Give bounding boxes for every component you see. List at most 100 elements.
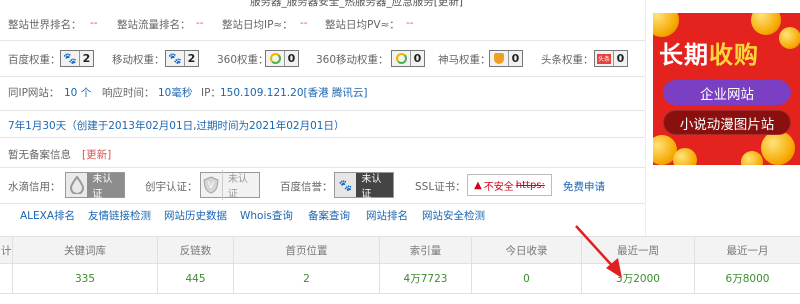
ssl-insecure-text: 不安全: [483, 181, 514, 193]
server-row: 同IP网站： 10 个 响应时间： 10毫秒 IP： 150.109.121.2…: [0, 85, 645, 105]
shield-v-icon: V: [201, 173, 222, 197]
ring-icon: [266, 51, 284, 66]
divider: [0, 110, 645, 111]
column-header: 首页位置: [234, 237, 380, 263]
baidu-weight-value: 2: [79, 51, 93, 66]
ring-icon: [392, 51, 410, 66]
360-mobile-weight-value: 0: [410, 51, 424, 66]
paw-icon: 🐾: [61, 51, 79, 66]
coin-icon: [751, 13, 781, 35]
coin-icon: [653, 13, 679, 37]
same-ip-link[interactable]: 10 个: [64, 85, 91, 100]
tab-site-rank[interactable]: 网站排名: [366, 208, 408, 223]
360-mobile-weight-label: 360移动权重：: [316, 54, 389, 66]
chuangyu-status: 未认证: [221, 170, 259, 200]
column-header: 最近一月: [726, 244, 769, 257]
divider: [0, 76, 645, 77]
ip-link[interactable]: 150.109.121.20[香港 腾讯云]: [220, 85, 368, 100]
toutiao-weight-badge[interactable]: 头条 0: [594, 50, 628, 67]
water-drop-icon: [66, 173, 87, 197]
ad-banner[interactable]: 长期收购 企业网站 小说动漫图片站: [653, 13, 800, 165]
daily-pv-value: --: [406, 17, 414, 29]
column-header: 反链数: [158, 237, 234, 263]
ip-label: IP：: [201, 87, 221, 99]
daily-ip-label: 整站日均IP≈：: [222, 19, 293, 31]
divider: [0, 167, 645, 168]
world-rank-value: --: [90, 17, 98, 29]
divider: [0, 137, 645, 138]
same-ip-label: 同IP网站：: [8, 87, 60, 99]
shenma-weight-badge[interactable]: 0: [489, 50, 523, 67]
annotation-arrow: [575, 225, 622, 278]
ssl-label: SSL证书：: [415, 181, 466, 193]
domain-age[interactable]: 7年1月30天（创建于2013年02月01日,过期时间为2021年02月01日）: [8, 118, 344, 133]
360-mobile-weight-badge[interactable]: 0: [391, 50, 425, 67]
column-header: 今日收录: [472, 237, 582, 263]
shenma-weight-label: 神马权重：: [438, 54, 491, 66]
mobile-weight-value: 2: [184, 51, 198, 66]
homepage-position: 2: [234, 264, 380, 293]
tab-friend-links[interactable]: 友情链接检测: [88, 208, 151, 223]
tab-whois[interactable]: Whois查询: [240, 208, 293, 223]
ssl-apply-link[interactable]: 免费申请: [563, 179, 605, 194]
response-time-label: 响应时间：: [102, 87, 155, 99]
daily-ip-value: --: [300, 17, 308, 29]
ssl-badge[interactable]: ▲ 不安全 https:: [467, 174, 552, 196]
last-month-indexed: 6万8000: [725, 273, 770, 285]
column-header: 索引量: [380, 237, 472, 263]
ad-novel-button[interactable]: 小说动漫图片站: [663, 110, 791, 135]
shuidi-label: 水滴信用：: [8, 181, 61, 193]
toutiao-weight-value: 0: [613, 51, 627, 66]
ad-enterprise-button[interactable]: 企业网站: [663, 80, 791, 105]
baidu-xinyu-label: 百度信誉：: [280, 181, 333, 193]
tab-security-check[interactable]: 网站安全检测: [422, 208, 485, 223]
rank-row: 整站世界排名： -- 整站流量排名： -- 整站日均IP≈： -- 整站日均PV…: [0, 17, 645, 37]
360-weight-badge[interactable]: 0: [265, 50, 299, 67]
baidu-weight-badge[interactable]: 🐾 2: [60, 50, 94, 67]
column-header: 计: [0, 237, 13, 263]
keyword-count[interactable]: 335: [13, 264, 158, 293]
divider: [0, 203, 645, 204]
toutiao-weight-label: 头条权重：: [541, 54, 594, 66]
baidu-xinyu-status: 未认证: [356, 173, 393, 200]
chuangyu-label: 创宇认证：: [145, 181, 198, 193]
traffic-rank-value: --: [196, 17, 204, 29]
baidu-weight-label: 百度权重：: [8, 54, 61, 66]
paw-icon: 🐾: [166, 51, 184, 66]
coin-icon: [741, 151, 763, 165]
shuidi-badge[interactable]: 未认证: [65, 172, 125, 200]
table-cell: [0, 264, 13, 293]
tab-beian[interactable]: 备案查询: [308, 208, 350, 223]
stats-table-header: 计 关键词库 反链数 首页位置 索引量 今日收录 最近一周 最近一月: [0, 236, 800, 264]
trust-row: 水滴信用： 未认证 创宇认证： V 未认证 百度信誉： 🐾 未认证 SSL证书：…: [0, 170, 645, 200]
response-time-value: 10毫秒: [158, 87, 193, 99]
tab-alexa[interactable]: ALEXA排名: [20, 208, 75, 223]
world-rank-label: 整站世界排名：: [8, 19, 82, 31]
divider: [645, 0, 646, 236]
baidu-xinyu-badge[interactable]: 🐾 未认证: [334, 172, 394, 200]
360-weight-value: 0: [284, 51, 298, 66]
tab-history-data[interactable]: 网站历史数据: [164, 208, 227, 223]
chuangyu-badge[interactable]: V 未认证: [200, 170, 260, 200]
coin-icon: [761, 131, 795, 165]
ad-title: 长期收购: [659, 41, 759, 69]
toutiao-icon: 头条: [595, 51, 613, 66]
svg-text:V: V: [208, 181, 215, 191]
beian-update-link[interactable]: [更新]: [82, 147, 111, 162]
coin-icon: [779, 27, 800, 49]
shuidi-status: 未认证: [87, 173, 124, 200]
coin-icon: [673, 148, 697, 165]
mobile-weight-badge[interactable]: 🐾 2: [165, 50, 199, 67]
shenma-weight-value: 0: [508, 51, 522, 66]
weights-row: 百度权重： 🐾 2 移动权重： 🐾 2 360权重： 0 360移动权重： 0 …: [0, 50, 645, 70]
index-count[interactable]: 4万7723: [380, 264, 472, 293]
daily-pv-label: 整站日均PV≈：: [325, 19, 400, 31]
ssl-https-text: https:: [515, 179, 545, 191]
backlink-count[interactable]: 445: [158, 264, 234, 293]
mobile-weight-label: 移动权重：: [112, 54, 165, 66]
360-weight-label: 360权重：: [217, 54, 269, 66]
medal-icon: [490, 51, 508, 66]
column-header: 关键词库: [13, 237, 158, 263]
beian-text: 暂无备案信息: [8, 149, 71, 161]
page-title: 服务器_服务器安全_热服务器_应急服务[更新]: [250, 0, 463, 8]
